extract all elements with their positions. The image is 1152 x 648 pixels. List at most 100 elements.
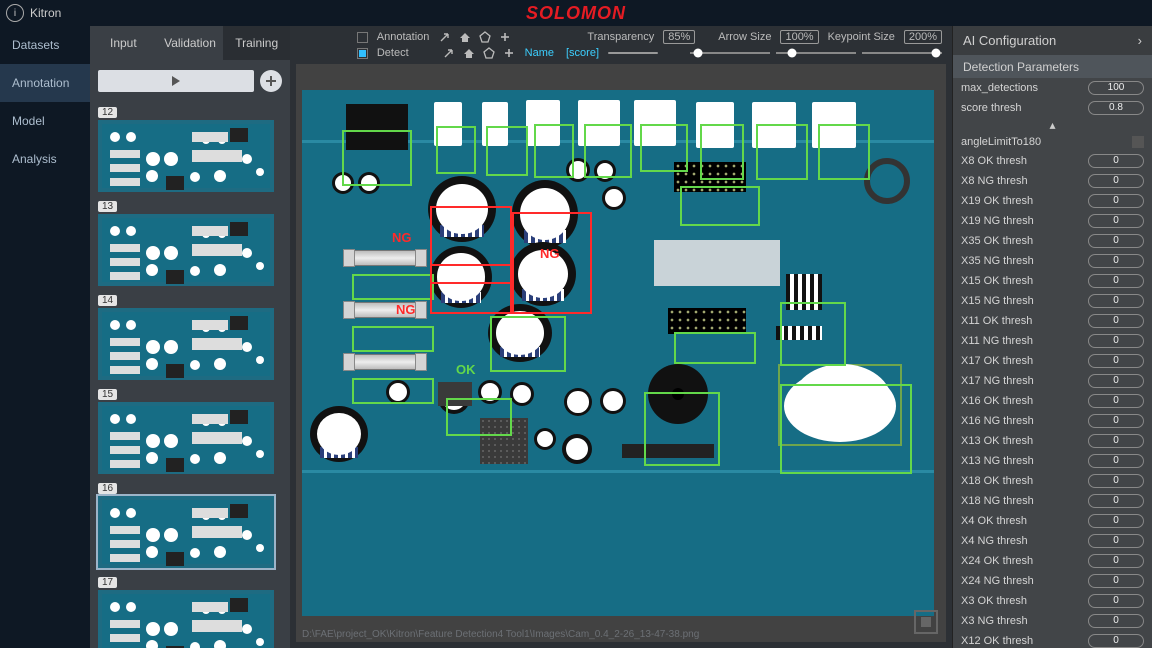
detection-label: NG xyxy=(396,302,416,317)
thumb-index: 14 xyxy=(98,295,117,306)
add-button[interactable] xyxy=(260,70,282,92)
thumbnail[interactable] xyxy=(98,120,274,192)
param-value[interactable]: 0 xyxy=(1088,394,1144,408)
param-value[interactable]: 0 xyxy=(1088,574,1144,588)
detection-box xyxy=(352,378,434,404)
detect-checkbox[interactable] xyxy=(357,48,368,59)
param-label: X8 NG thresh xyxy=(961,175,1082,187)
detection-box xyxy=(780,384,912,474)
thumbnail[interactable] xyxy=(98,308,274,380)
detection-box xyxy=(430,264,512,314)
info-icon[interactable]: i xyxy=(6,4,24,22)
home2-icon[interactable] xyxy=(462,46,476,60)
transparency-value[interactable]: 85% xyxy=(663,30,695,44)
tab-training[interactable]: Training xyxy=(223,26,290,60)
arrow-size-label: Arrow Size xyxy=(715,31,774,43)
param-value[interactable]: 0 xyxy=(1088,214,1144,228)
config-title: AI Configuration xyxy=(963,33,1056,48)
param-label: X15 NG thresh xyxy=(961,295,1082,307)
slider-3[interactable] xyxy=(862,47,942,59)
detection-box xyxy=(680,186,760,226)
nav-annotation[interactable]: Annotation xyxy=(0,64,90,102)
detection-box xyxy=(446,398,512,436)
arrow2-icon[interactable] xyxy=(442,46,456,60)
param-label: X18 OK thresh xyxy=(961,475,1082,487)
detection-box xyxy=(352,326,434,352)
param-label: max_detections xyxy=(961,82,1082,94)
thumbnail[interactable] xyxy=(98,402,274,474)
param-value[interactable]: 0.8 xyxy=(1088,101,1144,115)
thumbnail[interactable] xyxy=(98,214,274,286)
param-label: score thresh xyxy=(961,102,1082,114)
keypoint-size-value[interactable]: 200% xyxy=(904,30,942,44)
slider-2[interactable] xyxy=(776,47,856,59)
param-value[interactable]: 0 xyxy=(1088,154,1144,168)
play-button[interactable] xyxy=(98,70,254,92)
thumbnail[interactable] xyxy=(98,590,274,648)
param-value[interactable]: 0 xyxy=(1088,614,1144,628)
param-label: X3 NG thresh xyxy=(961,615,1082,627)
detect-label: Detect xyxy=(374,47,412,59)
param-value[interactable]: 0 xyxy=(1088,374,1144,388)
thumbnail[interactable] xyxy=(98,496,274,568)
param-value[interactable]: 0 xyxy=(1088,354,1144,368)
param-value[interactable]: 0 xyxy=(1088,454,1144,468)
param-value[interactable]: 0 xyxy=(1088,494,1144,508)
param-value[interactable]: 100 xyxy=(1088,81,1144,95)
param-value[interactable]: 0 xyxy=(1088,534,1144,548)
param-value[interactable]: 0 xyxy=(1088,554,1144,568)
annotation-checkbox[interactable] xyxy=(357,32,368,43)
pentagon2-icon[interactable] xyxy=(482,46,496,60)
param-label: X17 NG thresh xyxy=(961,375,1082,387)
param-value[interactable]: 0 xyxy=(1088,434,1144,448)
plus2-icon[interactable] xyxy=(502,46,516,60)
param-value[interactable]: 0 xyxy=(1088,514,1144,528)
plus-icon[interactable] xyxy=(498,30,512,44)
param-label: X11 NG thresh xyxy=(961,335,1082,347)
param-label: X4 OK thresh xyxy=(961,515,1082,527)
config-subtitle: Detection Parameters xyxy=(953,55,1152,77)
param-value[interactable]: 0 xyxy=(1088,254,1144,268)
detection-box xyxy=(342,130,412,186)
param-value[interactable]: 0 xyxy=(1088,314,1144,328)
chevron-right-icon[interactable]: › xyxy=(1138,33,1142,48)
collapse-icon[interactable]: ▴ xyxy=(953,118,1152,133)
tab-input[interactable]: Input xyxy=(90,26,157,60)
pentagon-icon[interactable] xyxy=(478,30,492,44)
arrow-size-value[interactable]: 100% xyxy=(780,30,818,44)
param-value[interactable]: 0 xyxy=(1088,294,1144,308)
param-label: X24 OK thresh xyxy=(961,555,1082,567)
thumb-index: 12 xyxy=(98,107,117,118)
arrow-icon[interactable] xyxy=(438,30,452,44)
detection-box xyxy=(486,126,528,176)
param-value[interactable]: 0 xyxy=(1088,594,1144,608)
thumb-index: 17 xyxy=(98,577,117,588)
param-label: X24 NG thresh xyxy=(961,575,1082,587)
home-icon[interactable] xyxy=(458,30,472,44)
param-value[interactable]: 0 xyxy=(1088,274,1144,288)
detection-box xyxy=(352,274,434,300)
angle-checkbox[interactable] xyxy=(1132,136,1144,148)
slider-1[interactable] xyxy=(690,47,770,59)
param-value[interactable]: 0 xyxy=(1088,174,1144,188)
param-value[interactable]: 0 xyxy=(1088,634,1144,648)
param-label: X12 OK thresh xyxy=(961,635,1082,647)
param-value[interactable]: 0 xyxy=(1088,474,1144,488)
app-title: Kitron xyxy=(30,6,61,20)
param-label: X19 NG thresh xyxy=(961,215,1082,227)
param-value[interactable]: 0 xyxy=(1088,234,1144,248)
nav-model[interactable]: Model xyxy=(0,102,90,140)
param-label: X11 OK thresh xyxy=(961,315,1082,327)
detection-label: NG xyxy=(540,246,560,261)
tab-validation[interactable]: Validation xyxy=(157,26,224,60)
param-value[interactable]: 0 xyxy=(1088,414,1144,428)
image-viewport[interactable]: D:\FAE\project_OK\Kitron\Feature Detecti… xyxy=(296,64,946,642)
score-pill[interactable] xyxy=(608,52,658,54)
nav-analysis[interactable]: Analysis xyxy=(0,140,90,178)
param-label: X19 OK thresh xyxy=(961,195,1082,207)
detection-box xyxy=(534,124,574,178)
param-value[interactable]: 0 xyxy=(1088,194,1144,208)
nav-datasets[interactable]: Datasets xyxy=(0,26,90,64)
detection-label: OK xyxy=(456,362,476,377)
param-value[interactable]: 0 xyxy=(1088,334,1144,348)
